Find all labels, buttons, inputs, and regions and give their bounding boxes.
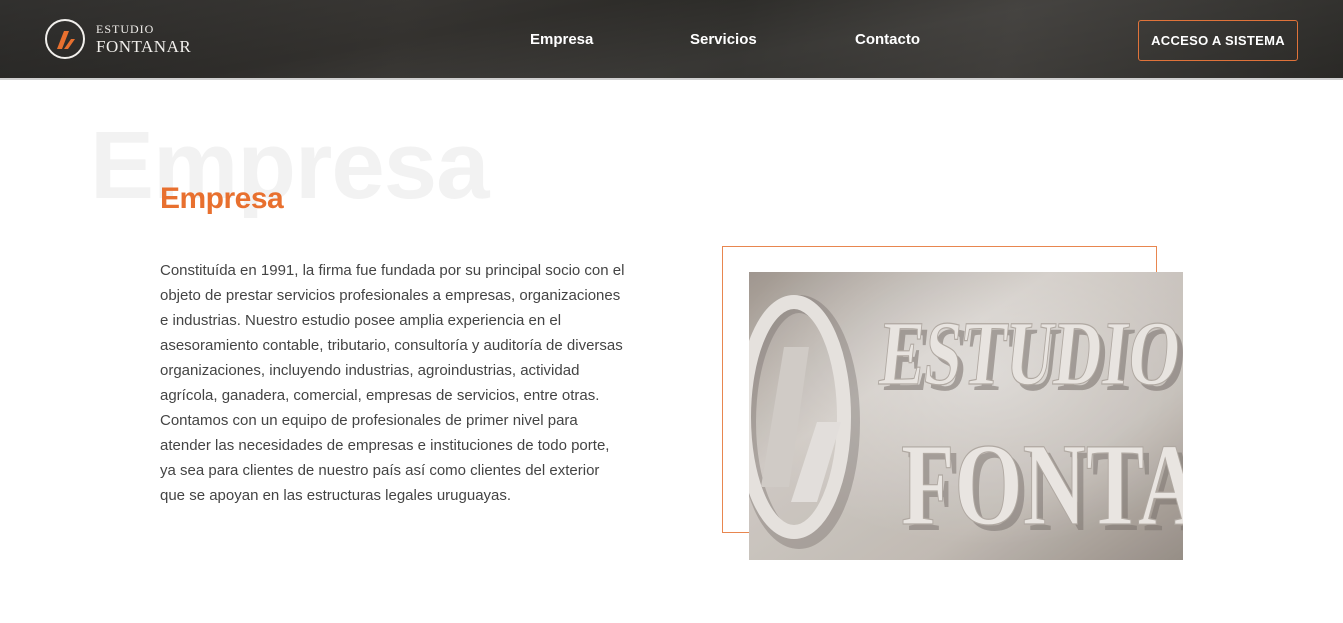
nav-item-servicios[interactable]: Servicios	[690, 31, 757, 48]
site-logo[interactable]: ESTUDIO FONTANAR	[44, 18, 191, 60]
office-sign-image: ESTUDIO ESTUDIO FONTA FONTA	[749, 272, 1183, 560]
section-watermark: Empresa	[90, 112, 490, 219]
section-title: Empresa	[160, 182, 284, 215]
acceso-sistema-button[interactable]: ACCESO A SISTEMA	[1138, 20, 1298, 61]
site-header: ESTUDIO FONTANAR Empresa Servicios Conta…	[0, 0, 1343, 80]
nav-item-empresa[interactable]: Empresa	[530, 31, 593, 48]
company-description: Constituída en 1991, la firma fue fundad…	[160, 262, 625, 504]
logo-text-bottom: FONTANAR	[96, 37, 192, 56]
logo-text-top: ESTUDIO	[96, 22, 155, 36]
logo-text: ESTUDIO FONTANAR	[96, 23, 191, 55]
logo-mark-icon	[45, 19, 85, 59]
nav-item-contacto[interactable]: Contacto	[855, 31, 920, 48]
office-sign-photo: ESTUDIO ESTUDIO FONTA FONTA	[749, 272, 1183, 560]
